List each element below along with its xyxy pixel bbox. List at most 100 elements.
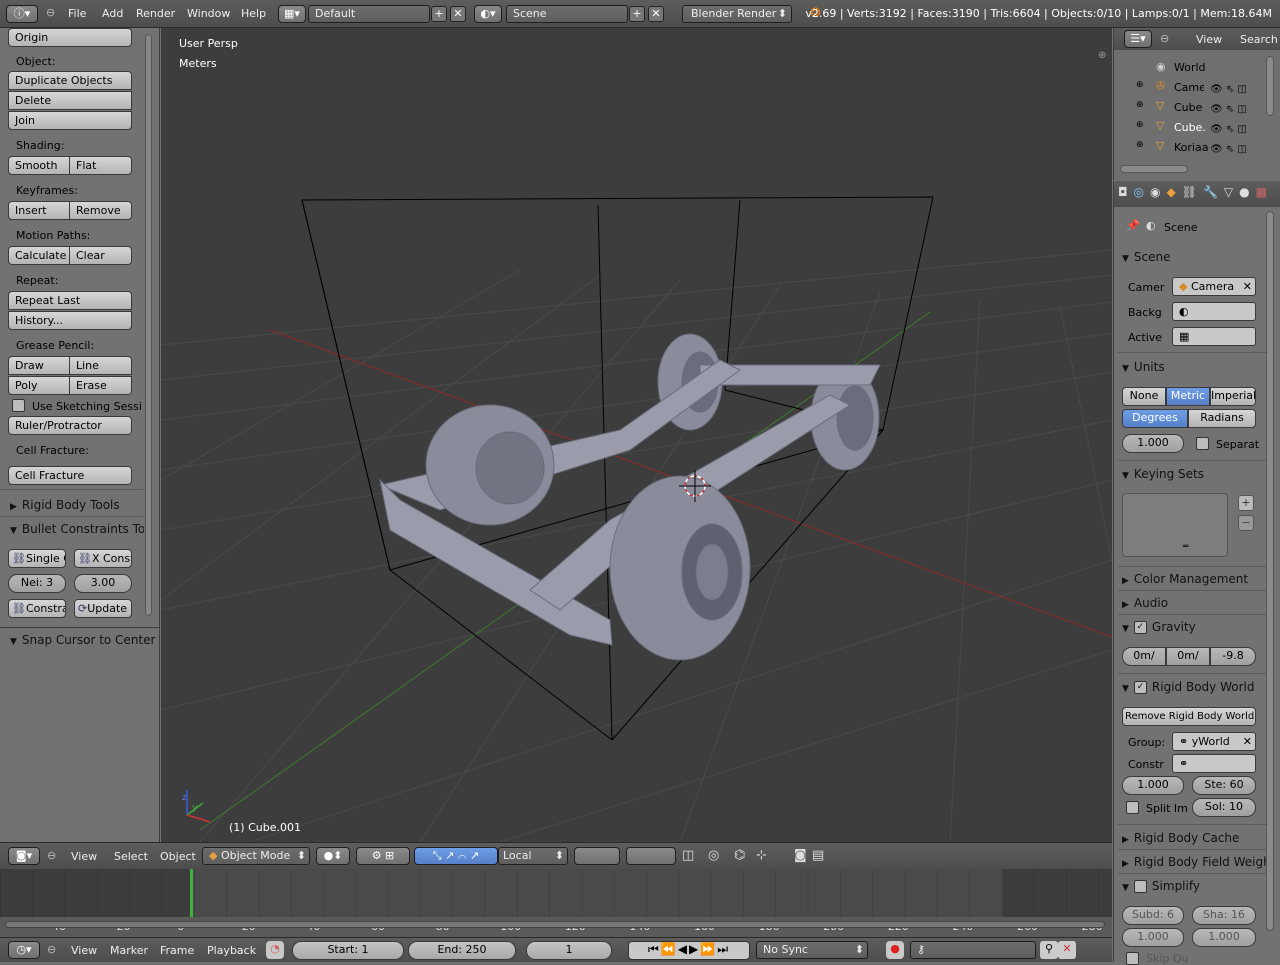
pivot-point-icon[interactable]: ⚙ ⊞: [356, 847, 410, 865]
collapse-icon[interactable]: ⊖: [46, 6, 55, 19]
menu-playback[interactable]: Playback: [207, 944, 256, 957]
layers-grid-2[interactable]: [626, 847, 676, 865]
split-impulse-checkbox[interactable]: [1126, 801, 1139, 814]
toolshelf-scrollbar[interactable]: [145, 34, 152, 616]
x-constraint-button[interactable]: ⛓X Const: [74, 549, 132, 568]
data-tab-icon[interactable]: ▽: [1224, 185, 1239, 199]
cell-fracture-button[interactable]: Cell Fracture: [8, 466, 132, 485]
collapse-icon[interactable]: ⊖: [47, 849, 56, 862]
preview-range-icon[interactable]: ◔: [266, 941, 284, 959]
menu-window[interactable]: Window: [187, 7, 230, 20]
background-field[interactable]: ◐: [1172, 302, 1256, 321]
rigid-body-world-checkbox[interactable]: ✓: [1133, 681, 1147, 694]
outliner-item-koriaa[interactable]: Koriaa: [1174, 141, 1208, 154]
world-tab-icon[interactable]: ◉: [1150, 185, 1166, 199]
solver-iterations-field[interactable]: Sol: 10: [1192, 798, 1256, 817]
outliner-item-cube001[interactable]: Cube.(: [1174, 121, 1206, 134]
jump-start-icon[interactable]: ⏮: [648, 942, 661, 956]
simplify-panel-header[interactable]: ▼ Simplify: [1122, 879, 1200, 893]
rigid-body-world-panel-header[interactable]: ▼ ✓ Rigid Body World: [1122, 680, 1254, 694]
snap-target-icon[interactable]: ⊹: [756, 848, 767, 863]
outliner[interactable]: ☰▾ ⊖ View Search ◉ World ⊕ ✇ Camer ⊕ ▽ C…: [1113, 28, 1280, 180]
insert-key-icon[interactable]: ⚲: [1040, 941, 1058, 959]
modifiers-tab-icon[interactable]: 🔧: [1203, 185, 1224, 199]
screen-layout-field[interactable]: Default: [308, 5, 430, 23]
sync-mode-select[interactable]: No Sync ⬍: [756, 941, 868, 959]
single-constraint-button[interactable]: ⛓Single C: [8, 549, 66, 568]
region-toggle-icon[interactable]: ⊕: [1098, 50, 1106, 61]
insert-keyframe-button[interactable]: Insert: [8, 201, 70, 220]
unit-imperial-button[interactable]: Imperial: [1210, 387, 1256, 406]
lock-camera-icon[interactable]: ◫: [682, 848, 694, 863]
timeline-scrollbar[interactable]: [5, 921, 1105, 928]
gravity-z-field[interactable]: -9.8: [1210, 647, 1256, 666]
constraints-tab-icon[interactable]: ⛓: [1182, 185, 1203, 199]
menu-add[interactable]: Add: [102, 7, 123, 20]
delete-button[interactable]: Delete: [8, 91, 132, 110]
rigid-body-cache-panel-header[interactable]: ▶ Rigid Body Cache: [1122, 831, 1239, 845]
transform-orientation-select[interactable]: Local ⬍: [498, 847, 568, 865]
repeat-last-button[interactable]: Repeat Last: [8, 291, 132, 310]
start-frame-field[interactable]: Start: 1: [292, 941, 404, 960]
expand-icon[interactable]: ⊕: [1136, 100, 1144, 110]
update-button[interactable]: ⟳Update: [74, 599, 132, 618]
threshold-field[interactable]: 3.00: [74, 574, 132, 593]
menu-view[interactable]: View: [71, 944, 97, 957]
collapse-icon[interactable]: ⊖: [1160, 32, 1169, 45]
expand-icon[interactable]: ⊕: [1136, 140, 1144, 150]
clear-button[interactable]: Clear: [70, 246, 132, 265]
gravity-x-field[interactable]: 0m/: [1122, 647, 1166, 666]
menu-object[interactable]: Object: [160, 850, 196, 863]
play-reverse-icon[interactable]: ◀: [678, 942, 689, 956]
outliner-item-world[interactable]: World: [1174, 61, 1206, 74]
add-layout-icon[interactable]: +: [431, 6, 447, 22]
neighbors-field[interactable]: Nei: 3: [8, 574, 66, 593]
transform-manipulator-icon[interactable]: ⤡ ↗ ⌒ ↗: [414, 847, 498, 865]
keying-set-field[interactable]: ⚷: [910, 941, 1036, 959]
screen-layout-icon[interactable]: ▦▾: [278, 5, 306, 23]
remove-keyframe-button[interactable]: Remove: [70, 201, 132, 220]
delete-key-icon[interactable]: ✕: [1058, 941, 1076, 959]
remove-keying-set-icon[interactable]: −: [1238, 515, 1254, 531]
render-engine-select[interactable]: Blender Render ⬍: [682, 5, 792, 23]
gravity-panel-header[interactable]: ▼ ✓ Gravity: [1122, 620, 1196, 634]
end-frame-field[interactable]: End: 250: [408, 941, 516, 960]
group-field[interactable]: ⚭ yWorld ✕: [1172, 732, 1256, 751]
menu-select[interactable]: Select: [114, 850, 148, 863]
play-icon[interactable]: ▶: [689, 942, 700, 956]
jump-end-icon[interactable]: ⏭: [717, 942, 730, 956]
editor-type-timeline-icon[interactable]: ◷▾: [8, 941, 40, 959]
prev-keyframe-icon[interactable]: ⏪: [661, 942, 678, 956]
remove-layout-icon[interactable]: ✕: [450, 6, 466, 22]
camera-tab-icon[interactable]: ◘: [1118, 185, 1134, 199]
menu-view[interactable]: View: [71, 850, 97, 863]
poly-button[interactable]: Poly: [8, 376, 70, 395]
gravity-checkbox[interactable]: ✓: [1133, 621, 1147, 634]
remove-rigid-body-world-button[interactable]: Remove Rigid Body World: [1122, 707, 1256, 726]
3d-viewport[interactable]: y z User Persp Meters (1) Cube.001 ⊕: [161, 28, 1112, 842]
menu-file[interactable]: File: [68, 7, 86, 20]
menu-render[interactable]: Render: [136, 7, 175, 20]
current-frame-marker[interactable]: [190, 869, 193, 919]
ruler-protractor-button[interactable]: Ruler/Protractor: [8, 416, 132, 435]
origin-button[interactable]: Origin: [8, 28, 132, 47]
menu-frame[interactable]: Frame: [160, 944, 194, 957]
bullet-constraints-panel[interactable]: ▼ Bullet Constraints To: [10, 522, 144, 536]
outliner-item-camera[interactable]: Camer: [1174, 81, 1204, 94]
sketching-checkbox[interactable]: [12, 399, 25, 412]
ao-sss-field[interactable]: 1.000: [1192, 928, 1256, 947]
degrees-button[interactable]: Degrees: [1122, 409, 1188, 428]
material-tab-icon[interactable]: ●: [1239, 185, 1255, 199]
render-animation-icon[interactable]: ▤: [812, 848, 824, 863]
editor-type-info-icon[interactable]: ⓘ▾: [6, 5, 38, 23]
clear-field-icon[interactable]: ✕: [1243, 735, 1252, 748]
snap-cursor-panel[interactable]: ▼ Snap Cursor to Center: [10, 633, 155, 647]
snap-icon[interactable]: ⌬: [734, 848, 745, 863]
steps-field[interactable]: Ste: 60: [1192, 776, 1256, 795]
resize-handle-icon[interactable]: ═: [1183, 542, 1188, 552]
menu-help[interactable]: Help: [241, 7, 266, 20]
subdivision-field[interactable]: Subd: 6: [1122, 906, 1184, 925]
mode-select[interactable]: ◆ Object Mode ⬍: [202, 847, 310, 865]
scene-tab-icon[interactable]: ◎: [1134, 185, 1150, 199]
scene-panel-header[interactable]: ▼ Scene: [1122, 250, 1171, 264]
